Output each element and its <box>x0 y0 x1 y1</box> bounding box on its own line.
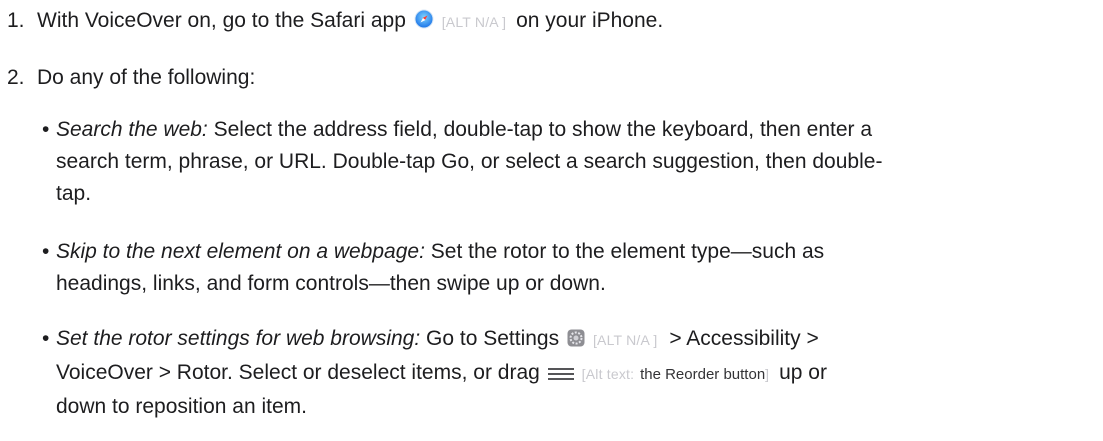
bullet-search-the-web: • Search the web: Select the address fie… <box>42 114 1092 210</box>
bullet-text: Set the rotor to the element type—such a… <box>430 240 825 263</box>
step-2: 2. Do any of the following: <box>7 64 255 92</box>
bullet-lead: Set the rotor settings for web browsing: <box>56 327 421 350</box>
step-text: Do any of the following: <box>37 66 256 89</box>
bullet-dot: • <box>42 327 50 350</box>
help-article: 1. With VoiceOver on, go to the Safari ap… <box>0 0 1103 441</box>
step-number: 2. <box>7 66 25 89</box>
bullet-line: Set the rotor settings for web browsing:… <box>56 323 1092 357</box>
safari-icon <box>414 9 434 37</box>
image-alt-placeholder: [ALT N/A ] <box>441 14 507 30</box>
bullet-body: Search the web: Select the address field… <box>56 114 1092 210</box>
reorder-icon <box>547 359 574 391</box>
bullet-text: > Accessibility > <box>669 327 819 350</box>
bullet-body: Set the rotor settings for web browsing:… <box>56 323 1092 423</box>
bullet-text: Select the address field, double-tap to … <box>213 118 873 141</box>
bullet-body: Skip to the next element on a webpage: S… <box>56 236 1092 300</box>
alt-text-suffix: ] <box>765 366 770 382</box>
bullet-line: Skip to the next element on a webpage: S… <box>56 236 1092 268</box>
bullet-line: Search the web: Select the address field… <box>56 114 1092 146</box>
bullet-line: VoiceOver > Rotor. Select or deselect it… <box>56 357 1092 391</box>
bullet-dot: • <box>42 118 50 141</box>
bullet-text: up or <box>779 361 827 384</box>
bullet-lead: Search the web: <box>56 118 208 141</box>
bullet-line: down to reposition an item. <box>56 395 307 418</box>
bullet-dot: • <box>42 240 50 263</box>
alt-text-prefix: [Alt text: <box>581 366 635 382</box>
step-1: 1. With VoiceOver on, go to the Safari ap… <box>7 7 663 37</box>
bullet-lead: Skip to the next element on a webpage: <box>56 240 425 263</box>
bullet-text: VoiceOver > Rotor. Select or deselect it… <box>56 361 540 384</box>
bullet-rotor-settings: • Set the rotor settings for web browsin… <box>42 323 1092 423</box>
step-number: 1. <box>7 9 25 32</box>
step-text-end: on your iPhone. <box>516 9 664 32</box>
alt-text-reorder-button: the Reorder button <box>640 366 766 383</box>
step-text: With VoiceOver on, go to the Safari app <box>37 9 406 32</box>
image-alt-placeholder: [ALT N/A ] <box>592 332 658 348</box>
bullet-line: headings, links, and form controls—then … <box>56 272 606 295</box>
bullet-text: Go to Settings <box>426 327 560 350</box>
bullet-line: tap. <box>56 182 92 205</box>
bullet-line: search term, phrase, or URL. Double-tap … <box>56 150 883 173</box>
settings-icon <box>567 325 585 357</box>
bullet-skip-element: • Skip to the next element on a webpage:… <box>42 236 1092 300</box>
